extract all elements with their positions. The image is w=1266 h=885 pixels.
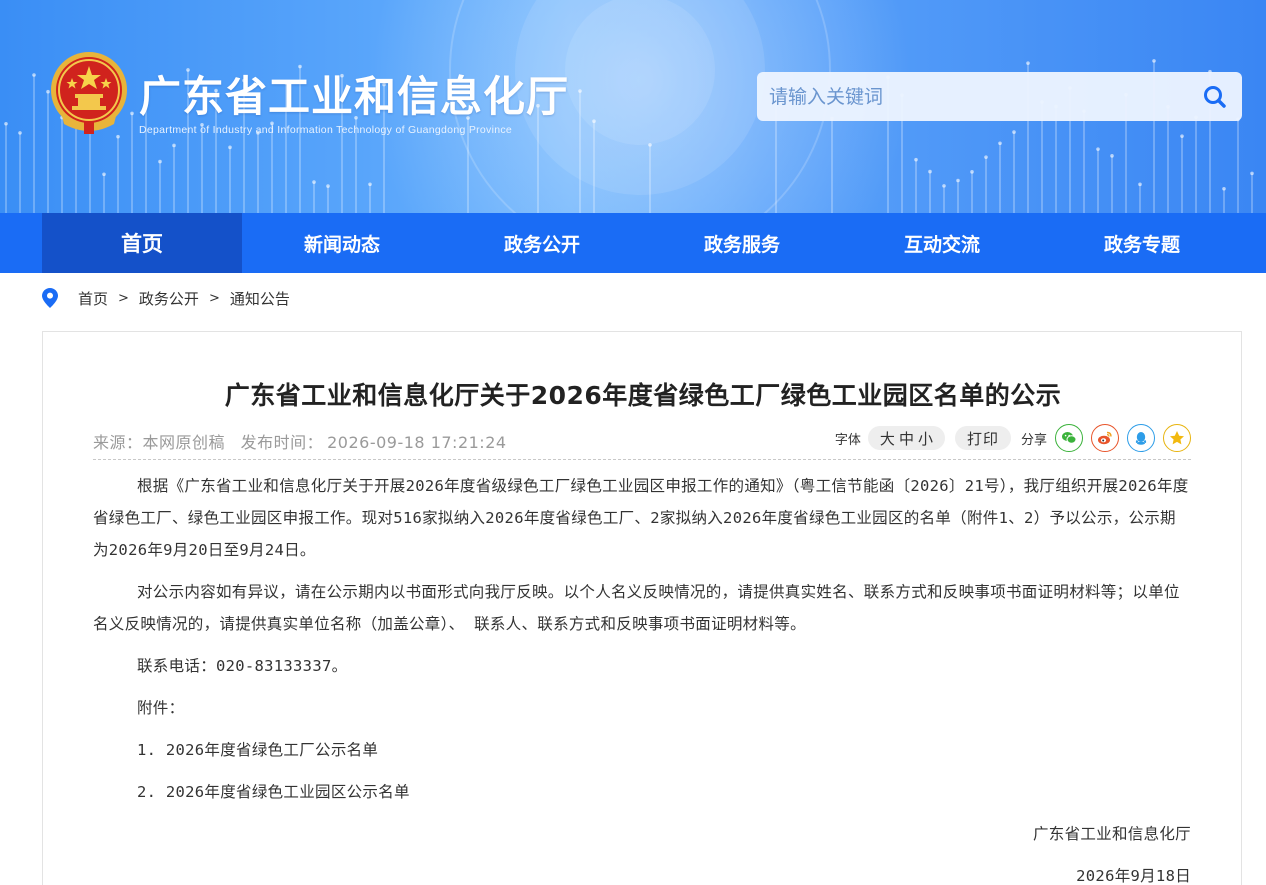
article-card: 广东省工业和信息化厅关于2026年度省绿色工厂绿色工业园区名单的公示 来源：本网… — [42, 331, 1242, 885]
nav-item-gov-affairs-public[interactable]: 政务公开 — [442, 213, 642, 273]
font-large-button[interactable]: 大 — [880, 428, 899, 449]
share-label: 分享 — [1020, 432, 1047, 448]
nav-item-home[interactable]: 首页 — [42, 213, 242, 273]
nav-item-special-topics[interactable]: 政务专题 — [1042, 213, 1242, 273]
body-paragraph: 根据《广东省工业和信息化厅关于开展2026年度省级绿色工厂绿色工业园区申报工作的… — [93, 477, 1189, 559]
location-pin-icon — [42, 288, 58, 308]
breadcrumb-separator: > — [208, 290, 220, 306]
wechat-icon[interactable] — [1055, 424, 1083, 452]
body-paragraph: 对公示内容如有异议，请在公示期内以书面形式向我厅反映。以个人名义反映情况的，请提… — [93, 583, 1180, 633]
qq-icon[interactable] — [1127, 424, 1155, 452]
contact-phone: 联系电话：020-83133337。 — [137, 657, 348, 675]
qzone-icon[interactable] — [1163, 424, 1191, 452]
signature: 广东省工业和信息化厅 — [1032, 825, 1191, 843]
attachment-link-1[interactable]: 1. 2026年度省绿色工厂公示名单 — [93, 734, 1191, 766]
breadcrumb-notices[interactable]: 通知公告 — [230, 288, 290, 309]
nav-item-interaction[interactable]: 互动交流 — [842, 213, 1042, 273]
breadcrumb-home[interactable]: 首页 — [78, 288, 108, 309]
search-box — [757, 72, 1242, 121]
font-size-selector: 大 中 小 — [867, 426, 945, 450]
attachments-label: 附件： — [137, 699, 185, 717]
site-subtitle: Department of Industry and Information T… — [139, 124, 513, 136]
national-emblem-icon — [51, 52, 127, 134]
breadcrumb-gov-affairs-public[interactable]: 政务公开 — [139, 288, 199, 309]
sign-date: 2026年9月18日 — [1076, 867, 1191, 885]
breadcrumb-separator: > — [118, 290, 129, 306]
weibo-icon[interactable] — [1091, 424, 1119, 452]
article-body: 根据《广东省工业和信息化厅关于开展2026年度省级绿色工厂绿色工业园区申报工作的… — [93, 470, 1191, 885]
search-icon[interactable] — [1202, 84, 1228, 110]
main-nav: 首页 新闻动态 政务公开 政务服务 互动交流 政务专题 — [0, 213, 1266, 273]
publish-label: 发布时间： — [240, 433, 324, 452]
meta-divider — [93, 459, 1191, 460]
font-small-button[interactable]: 小 — [918, 428, 933, 449]
article-title: 广东省工业和信息化厅关于2026年度省绿色工厂绿色工业园区名单的公示 — [224, 381, 1062, 410]
search-input[interactable] — [757, 72, 1187, 121]
font-size-label: 字体 — [834, 432, 861, 448]
publish-time: 2026-09-18 17:21:24 — [327, 433, 507, 452]
article-toolbar: 字体 大 中 小 打印 分享 — [835, 424, 1191, 452]
attachment-link-2[interactable]: 2. 2026年度省绿色工业园区公示名单 — [93, 776, 1191, 808]
article-meta: 来源：本网原创稿 发布时间： 2026-09-18 17:21:24 — [93, 429, 517, 453]
font-medium-button[interactable]: 中 — [899, 428, 918, 449]
print-button[interactable]: 打印 — [954, 426, 1011, 450]
breadcrumb: 首页 > 政务公开 > 通知公告 — [42, 286, 290, 310]
site-header: 广东省工业和信息化厅 Department of Industry and In… — [0, 0, 1266, 213]
article-source: 来源：本网原创稿 — [93, 433, 226, 452]
site-title: 广东省工业和信息化厅 — [139, 72, 570, 121]
nav-item-news[interactable]: 新闻动态 — [242, 213, 442, 273]
nav-item-gov-services[interactable]: 政务服务 — [642, 213, 842, 273]
